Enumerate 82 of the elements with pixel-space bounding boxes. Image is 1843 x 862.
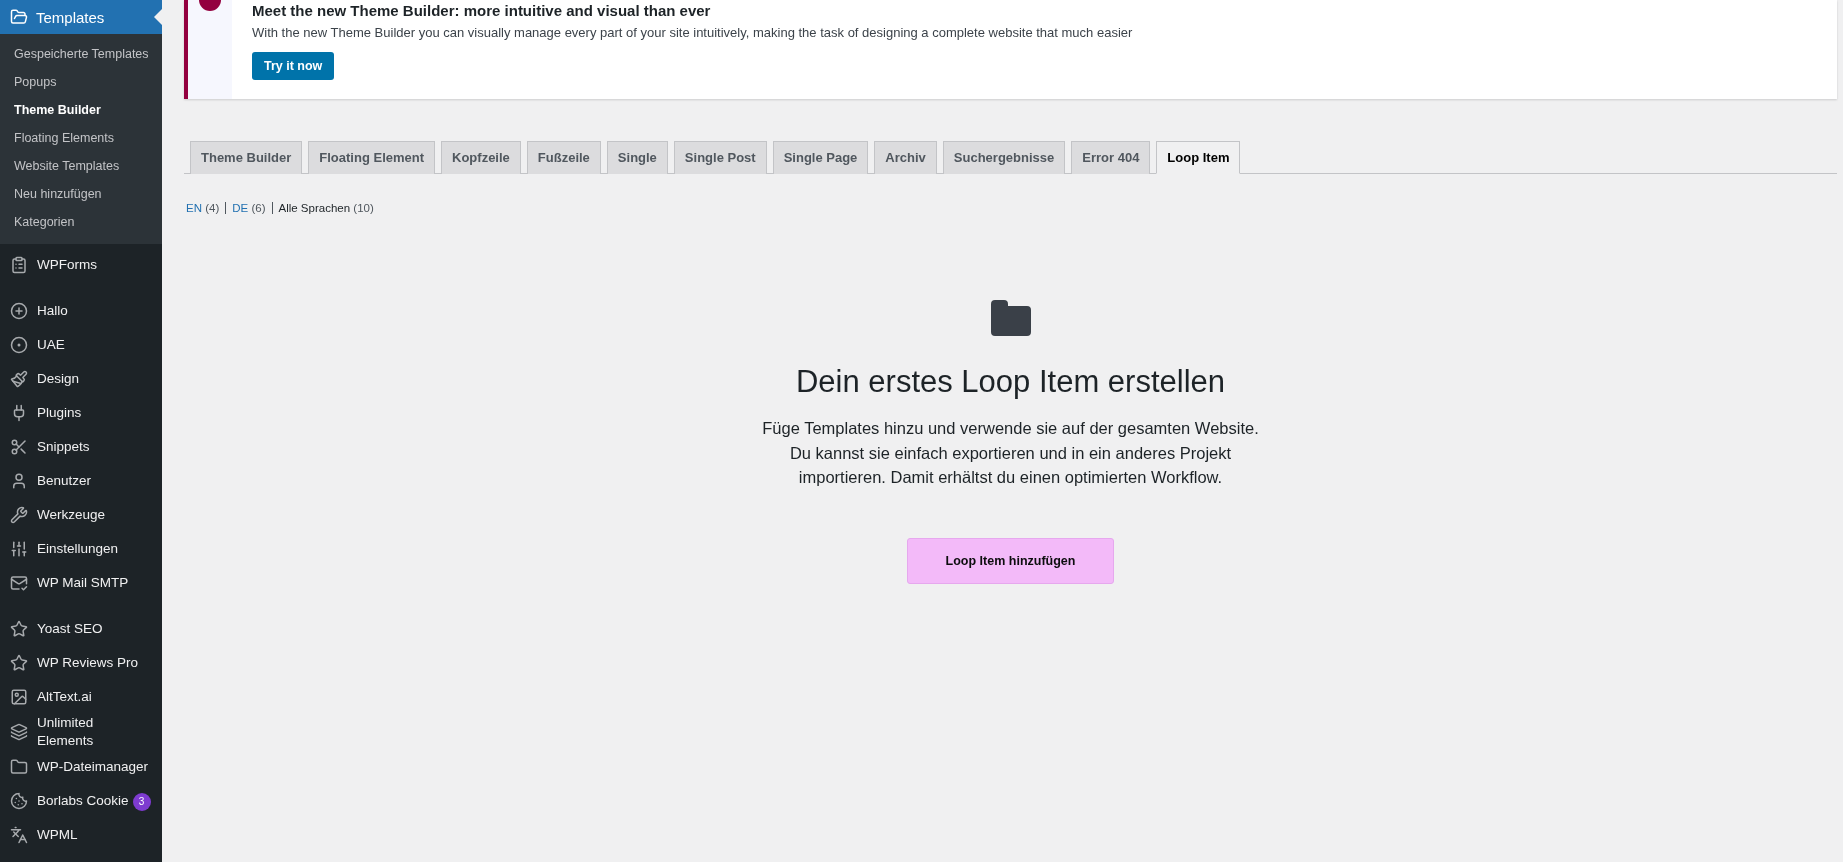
submenu-item[interactable]: Gespeicherte Templates <box>0 40 162 68</box>
layers-icon <box>10 723 28 741</box>
menu-label: Snippets <box>37 438 90 456</box>
tab[interactable]: Loop Item <box>1156 141 1241 174</box>
submenu-item[interactable]: Floating Elements <box>0 124 162 152</box>
menu-label: Hallo <box>37 302 68 320</box>
tab[interactable]: Archiv <box>874 141 937 174</box>
tab[interactable]: Kopfzeile <box>441 141 521 174</box>
mail-icon <box>10 574 28 592</box>
menu-item[interactable]: Plugins <box>0 396 162 430</box>
folder-icon <box>990 300 1031 336</box>
menu-label: WP-Dateimanager <box>37 758 149 776</box>
menu-item[interactable]: Benutzer <box>0 464 162 498</box>
language-filter-link[interactable]: Alle Sprachen (10) <box>278 202 374 214</box>
submenu-item[interactable]: Website Templates <box>0 152 162 180</box>
menu-label: WP Mail SMTP <box>37 574 129 592</box>
menu-item[interactable]: Borlabs Cookie 3 <box>0 784 162 818</box>
menu-item[interactable]: Einstellungen <box>0 532 162 566</box>
star-icon <box>10 620 28 638</box>
submenu-item[interactable]: Theme Builder <box>0 96 162 124</box>
notice-text: With the new Theme Builder you can visually manage every part of your site intuitively, making the task of designing a complete website that much easier <box>252 25 1133 40</box>
try-button[interactable]: Try it now <box>252 52 335 80</box>
menu-item[interactable]: Design <box>0 362 162 396</box>
menu-label: Plugins <box>37 404 82 422</box>
tab[interactable]: Suchergebnisse <box>942 141 1066 174</box>
menu-label: WP Reviews Pro <box>37 654 139 672</box>
empty-state-title: Dein erstes Loop Item erstellen <box>795 364 1226 400</box>
folder-icon <box>10 8 28 26</box>
list-icon <box>10 256 28 274</box>
wrench-icon <box>10 506 28 524</box>
folder-icon <box>10 758 28 776</box>
menu-item[interactable]: WP-Dateimanager <box>0 750 162 784</box>
menu-item[interactable]: WPForms <box>0 248 162 282</box>
menu-label: WPForms <box>37 256 97 274</box>
submenu-item[interactable]: Kategorien <box>0 208 162 236</box>
cookie-icon <box>10 792 28 810</box>
submenu-item[interactable]: Neu hinzufügen <box>0 180 162 208</box>
translate-icon <box>10 826 28 844</box>
paintbrush-icon <box>10 370 28 388</box>
add-loop-item-button[interactable]: Loop Item hinzufügen <box>907 537 1114 584</box>
menu-item[interactable]: WP Reviews Pro <box>0 646 162 680</box>
menu-label: Borlabs Cookie 3 <box>37 791 151 811</box>
image-icon <box>10 688 28 706</box>
empty-state-text: Füge Templates hinzu und verwende sie auf der gesamten Website. Du kannst sie einfach exportieren und in ein anderes Projekt importieren. Damit erhältst du einen optimierten Workflow. <box>761 418 1260 488</box>
menu-label: Design <box>37 370 80 388</box>
menu-label: AltText.ai <box>37 688 92 706</box>
menu-label: WPML <box>37 826 78 844</box>
user-icon <box>10 472 28 490</box>
scissors-icon <box>10 438 28 456</box>
menu-item[interactable]: Snippets <box>0 430 162 464</box>
circle-logo-icon <box>10 336 28 354</box>
count-badge: 3 <box>132 792 151 811</box>
menu-label: UAE <box>37 336 65 354</box>
tab[interactable]: Single <box>606 141 668 174</box>
menu-item[interactable]: WPML <box>0 818 162 852</box>
tab[interactable]: Floating Element <box>308 141 436 174</box>
tab[interactable]: Single Page <box>772 141 869 174</box>
menu-item[interactable]: Hallo <box>0 294 162 328</box>
menu-label: Werkzeuge <box>37 506 106 524</box>
star-icon <box>10 654 28 672</box>
menu-item[interactable]: Unlimited Elements <box>0 714 162 750</box>
tab[interactable]: Fußzeile <box>526 141 601 174</box>
logo-icon <box>198 0 222 12</box>
language-filter-link[interactable]: EN (4) <box>186 202 220 214</box>
menu-item[interactable]: AltText.ai <box>0 680 162 714</box>
menu-item[interactable]: WP Mail SMTP <box>0 566 162 600</box>
menu-label: Benutzer <box>37 472 92 490</box>
menu-label: Yoast SEO <box>37 620 103 638</box>
menu-item[interactable]: Yoast SEO <box>0 612 162 646</box>
tab[interactable]: Error 404 <box>1071 141 1151 174</box>
submenu-item[interactable]: Popups <box>0 68 162 96</box>
tab[interactable]: Single Post <box>673 141 767 174</box>
sidebar-current-item[interactable]: Templates <box>0 0 162 34</box>
sliders-icon <box>10 540 28 558</box>
menu-label: Einstellungen <box>37 540 119 558</box>
notice-title: Meet the new Theme Builder: more intuitive and visual than ever <box>252 2 712 19</box>
plus-circle-icon <box>10 302 28 320</box>
language-filter-link[interactable]: DE (6) <box>232 202 266 214</box>
menu-label: Unlimited Elements <box>37 714 95 750</box>
tab[interactable]: Theme Builder <box>190 141 303 174</box>
menu-item[interactable]: Werkzeuge <box>0 498 162 532</box>
menu-item[interactable]: UAE <box>0 328 162 362</box>
